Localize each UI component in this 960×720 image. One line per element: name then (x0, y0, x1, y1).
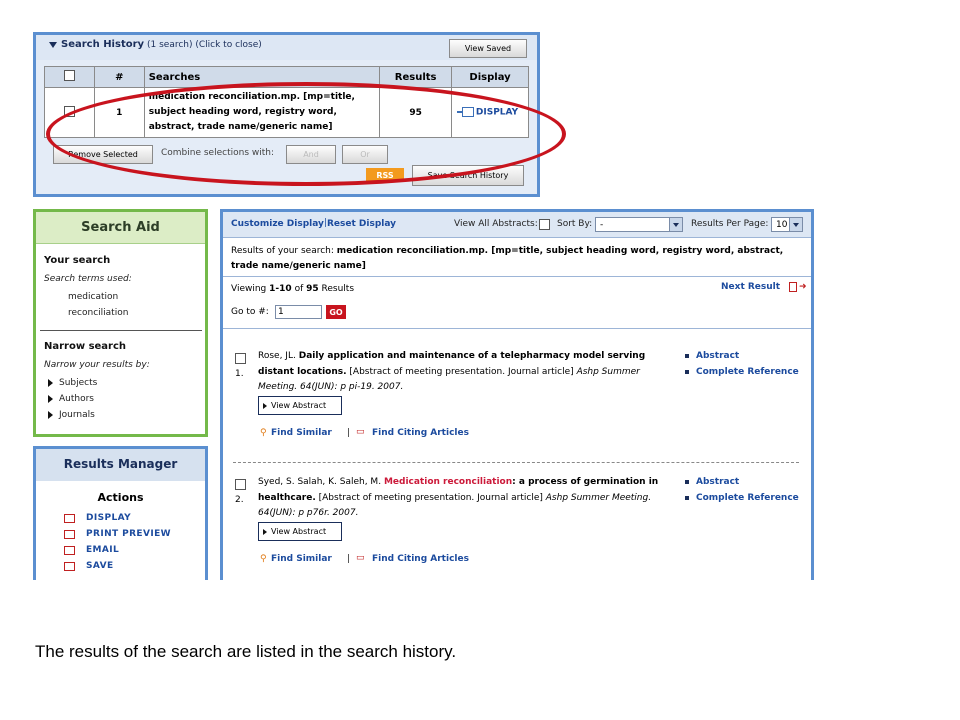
goto-label: Go to #: (231, 307, 269, 317)
result-number: 1. (235, 369, 244, 379)
email-icon (64, 546, 75, 555)
abstract-link[interactable]: Abstract (685, 351, 739, 361)
magnifier-icon: ⚲ (260, 554, 267, 564)
search-term: medication (68, 292, 119, 302)
divider (223, 328, 811, 329)
search-aid-title: Search Aid (81, 220, 160, 235)
chevron-down-icon (789, 218, 802, 231)
results-manager-title: Results Manager (63, 457, 178, 471)
divider (40, 330, 202, 331)
separator: | (347, 428, 351, 438)
bullet-icon (685, 369, 689, 374)
reset-display-link[interactable]: Reset Display (327, 219, 396, 229)
results-manager-header: Results Manager (36, 449, 205, 481)
find-similar-link[interactable]: Find Similar (271, 554, 332, 564)
complete-reference-link[interactable]: Complete Reference (685, 493, 799, 503)
bullet-icon (685, 479, 689, 484)
save-icon (64, 562, 75, 571)
results-per-page-label: Results Per Page: (691, 219, 769, 229)
search-terms-label: Search terms used: (44, 274, 132, 284)
chevron-down-icon (669, 218, 682, 231)
next-result-link[interactable]: Next Result (721, 282, 780, 292)
expand-arrow-icon (48, 394, 53, 403)
column-header-display: Display (451, 66, 529, 88)
result-number: 2. (235, 495, 244, 505)
view-saved-button[interactable]: View Saved (449, 39, 527, 58)
expand-arrow-icon (48, 410, 53, 419)
action-save[interactable]: SAVE (86, 561, 114, 571)
document-icon (789, 282, 797, 292)
expand-arrow-icon (48, 378, 53, 387)
arrow-right-icon[interactable]: ➜ (799, 282, 807, 292)
search-aid-panel: Search Aid Your search Search terms used… (33, 209, 208, 437)
results-per-page-select[interactable]: 10 (771, 217, 803, 232)
facet-subjects[interactable]: Subjects (48, 378, 97, 388)
customize-display-link[interactable]: Customize Display (231, 219, 324, 229)
result-divider (233, 462, 799, 463)
result-title-highlight[interactable]: Medication reconciliation (384, 477, 512, 487)
view-abstract-button[interactable]: View Abstract (258, 522, 342, 541)
actions-label: Actions (97, 491, 144, 504)
search-aid-header: Search Aid (36, 212, 205, 244)
action-email[interactable]: EMAIL (86, 545, 119, 555)
print-icon (64, 530, 75, 539)
action-print-preview[interactable]: PRINT PREVIEW (86, 529, 171, 539)
citing-articles-icon: ▭ (356, 427, 365, 437)
citing-articles-icon: ▭ (356, 553, 365, 563)
narrow-search-heading: Narrow search (44, 341, 127, 352)
column-header-number: # (93, 66, 145, 88)
result-checkbox[interactable] (235, 353, 246, 364)
result-citation: Rose, JL. Daily application and maintena… (258, 351, 646, 392)
search-history-panel: Search History (1 search) (Click to clos… (33, 32, 566, 197)
search-term: reconciliation (68, 308, 129, 318)
search-history-subtitle[interactable]: (1 search) (Click to close) (147, 40, 262, 50)
facet-journals[interactable]: Journals (48, 410, 95, 420)
search-history-header[interactable]: Search History (1 search) (Click to clos… (36, 35, 537, 60)
bullet-icon (685, 353, 689, 358)
view-all-abstracts-checkbox[interactable] (539, 219, 550, 230)
find-citing-articles-link[interactable]: Find Citing Articles (372, 554, 469, 564)
narrow-results-label: Narrow your results by: (44, 360, 150, 370)
select-all-checkbox[interactable] (63, 70, 75, 81)
display-icon (64, 514, 75, 523)
go-button[interactable]: GO (326, 305, 346, 319)
abstract-link[interactable]: Abstract (685, 477, 739, 487)
results-panel: Customize Display | Reset Display View A… (220, 209, 814, 580)
find-similar-link[interactable]: Find Similar (271, 428, 332, 438)
result-citation: Syed, S. Salah, K. Saleh, M. Medication … (258, 477, 659, 518)
goto-input[interactable]: 1 (275, 305, 322, 319)
result-checkbox[interactable] (235, 479, 246, 490)
slide-caption: The results of the search are listed in … (35, 642, 457, 661)
expand-arrow-icon (263, 402, 267, 409)
results-toolbar: Customize Display | Reset Display View A… (223, 212, 811, 238)
select-all-header (44, 66, 95, 88)
sort-by-select[interactable]: - (595, 217, 683, 232)
collapse-arrow-icon[interactable] (49, 42, 57, 48)
find-citing-articles-link[interactable]: Find Citing Articles (372, 428, 469, 438)
magnifier-icon: ⚲ (260, 428, 267, 438)
action-display[interactable]: DISPLAY (86, 513, 131, 523)
view-abstract-button[interactable]: View Abstract (258, 396, 342, 415)
view-all-abstracts-label: View All Abstracts: (454, 219, 538, 229)
separator: | (347, 554, 351, 564)
expand-arrow-icon (263, 528, 267, 535)
divider (223, 276, 811, 277)
your-search-heading: Your search (44, 255, 111, 266)
search-history-title[interactable]: Search History (61, 39, 144, 50)
sort-by-label: Sort By: (557, 219, 593, 229)
facet-authors[interactable]: Authors (48, 394, 94, 404)
results-summary: Results of your search: medication recon… (231, 246, 784, 271)
results-manager-panel: Results Manager Actions DISPLAY PRINT PR… (33, 446, 208, 580)
complete-reference-link[interactable]: Complete Reference (685, 367, 799, 377)
viewing-count: Viewing 1-10 of 95 Results (231, 284, 355, 294)
highlight-oval-annotation (46, 82, 566, 186)
bullet-icon (685, 495, 689, 500)
